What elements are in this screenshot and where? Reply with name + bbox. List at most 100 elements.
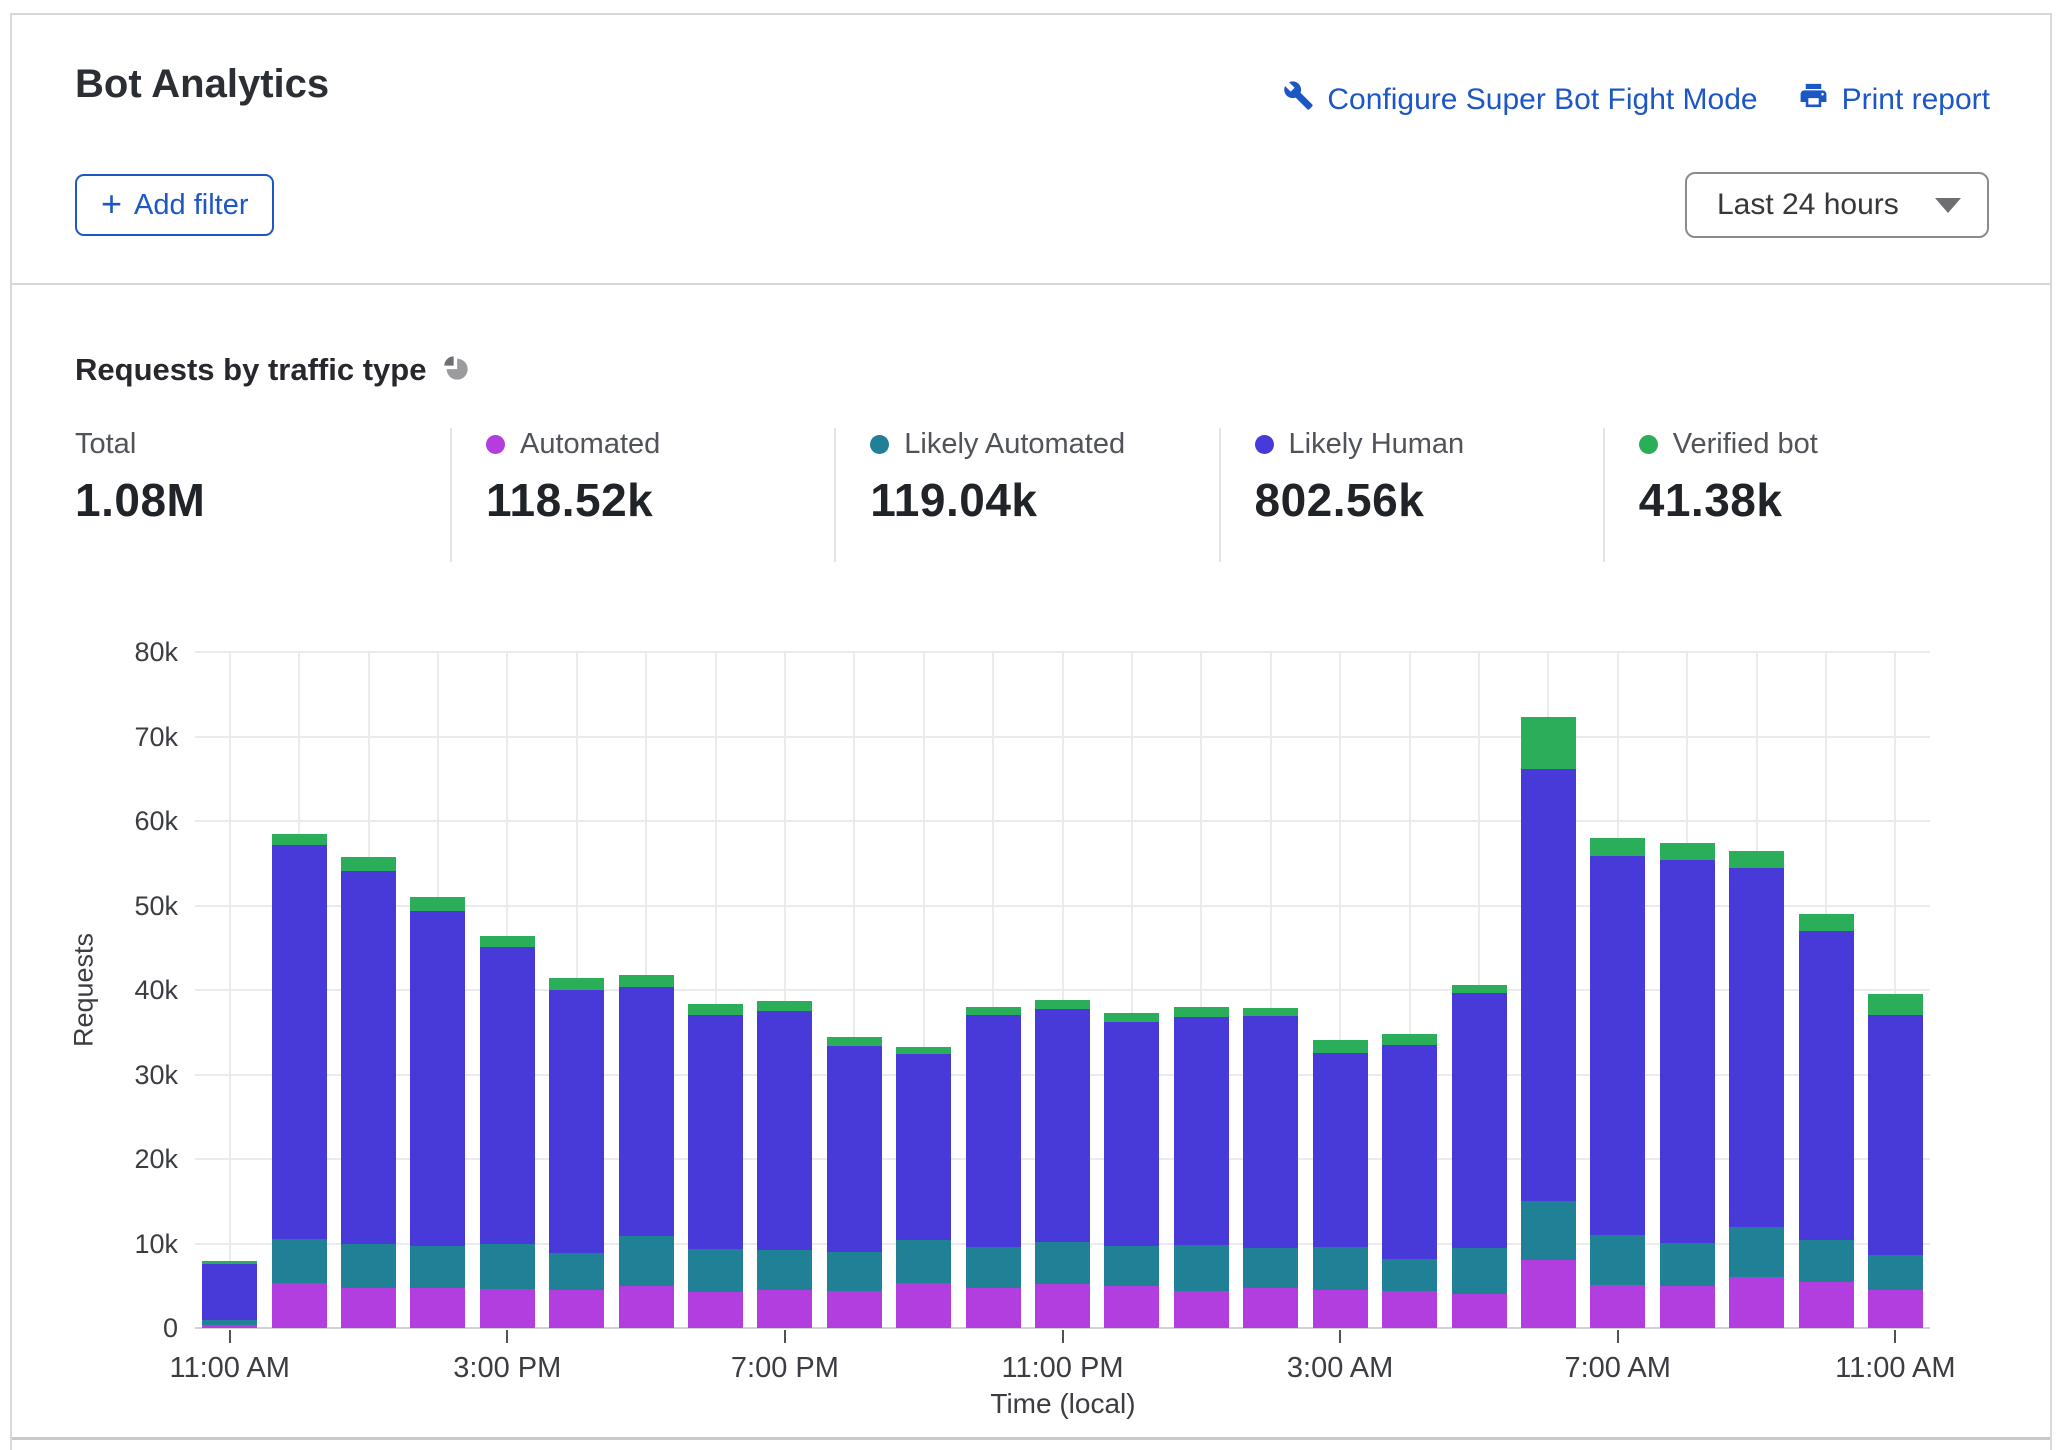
- bar-segment-verified-bot: [688, 1004, 743, 1015]
- bar-segment-likely-human: [1382, 1045, 1437, 1259]
- y-axis-tick-label: 50k: [0, 890, 178, 922]
- printer-icon: [1798, 80, 1829, 119]
- bar-segment-verified-bot: [896, 1047, 951, 1055]
- bar-segment-likely-automated: [410, 1246, 465, 1288]
- stacked-bar: [1104, 1013, 1159, 1328]
- plus-icon: +: [101, 186, 122, 222]
- bar-segment-likely-human: [1729, 868, 1784, 1227]
- bar-segment-likely-automated: [1868, 1255, 1923, 1290]
- bar-segment-verified-bot: [1243, 1008, 1298, 1016]
- bar-segment-automated: [1035, 1284, 1090, 1328]
- bar-segment-verified-bot: [1035, 1000, 1090, 1008]
- bar-segment-likely-automated: [1452, 1248, 1507, 1294]
- bar-segment-automated: [480, 1289, 535, 1328]
- bar-slot: [1722, 652, 1791, 1328]
- x-axis-tick: [1617, 1330, 1619, 1343]
- bar-segment-likely-human: [1174, 1017, 1229, 1245]
- stacked-bar: [549, 978, 604, 1328]
- bar-segment-likely-automated: [1174, 1245, 1229, 1291]
- bar-segment-likely-automated: [1590, 1235, 1645, 1285]
- bar-segment-verified-bot: [1382, 1034, 1437, 1045]
- bar-segment-verified-bot: [549, 978, 604, 990]
- add-filter-button[interactable]: + Add filter: [75, 174, 274, 236]
- bar-slot: [473, 652, 542, 1328]
- y-axis-tick-label: 60k: [0, 805, 178, 837]
- gridline-y-60k: [195, 820, 1930, 822]
- x-axis-tick-label: 7:00 AM: [1564, 1352, 1670, 1385]
- stacked-bar: [966, 1007, 1021, 1328]
- bar-segment-automated: [1660, 1286, 1715, 1328]
- stacked-bar: [1452, 985, 1507, 1328]
- bar-segment-verified-bot: [1313, 1040, 1368, 1054]
- bar-segment-likely-human: [549, 990, 604, 1253]
- stacked-bar: [757, 1001, 812, 1328]
- bar-segment-likely-automated: [1035, 1242, 1090, 1284]
- bar-slot: [334, 652, 403, 1328]
- x-axis-tick: [506, 1330, 508, 1343]
- chevron-down-icon: [1935, 198, 1961, 213]
- bar-segment-likely-automated: [1729, 1227, 1784, 1278]
- stacked-bar: [896, 1047, 951, 1328]
- stacked-bar: [1243, 1008, 1298, 1328]
- bar-slot: [1583, 652, 1652, 1328]
- wrench-icon: [1283, 80, 1314, 119]
- bar-slot: [1653, 652, 1722, 1328]
- stat-total-value: 1.08M: [75, 473, 450, 527]
- stat-total-label: Total: [75, 428, 136, 461]
- x-axis-tick: [1339, 1330, 1341, 1343]
- bar-segment-automated: [966, 1288, 1021, 1328]
- automated-legend-dot: [486, 435, 505, 454]
- stacked-bar: [1382, 1034, 1437, 1328]
- bar-segment-verified-bot: [410, 897, 465, 911]
- bar-segment-likely-automated: [966, 1247, 1021, 1288]
- bar-segment-likely-automated: [1243, 1248, 1298, 1289]
- bar-segment-likely-human: [480, 947, 535, 1244]
- stat-automated: Automated 118.52k: [450, 428, 834, 562]
- bar-segment-verified-bot: [1452, 985, 1507, 993]
- x-axis-tick-label: 11:00 AM: [169, 1352, 289, 1385]
- bar-segment-likely-human: [1452, 993, 1507, 1248]
- bar-segment-likely-automated: [896, 1240, 951, 1283]
- bar-segment-automated: [341, 1288, 396, 1328]
- bar-slot: [542, 652, 611, 1328]
- bar-segment-verified-bot: [1174, 1007, 1229, 1017]
- bar-segment-automated: [1590, 1285, 1645, 1328]
- bar-segment-verified-bot: [1660, 843, 1715, 860]
- bar-segment-automated: [1868, 1290, 1923, 1328]
- bar-segment-automated: [410, 1288, 465, 1328]
- bar-segment-likely-automated: [341, 1244, 396, 1288]
- print-report-link[interactable]: Print report: [1798, 80, 1990, 119]
- gridline-y-70k: [195, 736, 1930, 738]
- stacked-bar: [1035, 1000, 1090, 1328]
- bar-segment-likely-automated: [549, 1253, 604, 1290]
- stat-automated-label: Automated: [520, 428, 660, 461]
- bar-segment-verified-bot: [480, 936, 535, 947]
- header-actions: Configure Super Bot Fight Mode Print rep…: [1283, 80, 1990, 119]
- stacked-bar: [1660, 843, 1715, 1328]
- bar-segment-likely-human: [410, 911, 465, 1246]
- stacked-bar: [272, 834, 327, 1328]
- bar-segment-verified-bot: [1590, 838, 1645, 856]
- bar-segment-likely-human: [1590, 856, 1645, 1235]
- time-range-dropdown[interactable]: Last 24 hours: [1685, 172, 1989, 238]
- bar-segment-likely-automated: [688, 1249, 743, 1291]
- stacked-bar: [1313, 1040, 1368, 1328]
- configure-super-bot-fight-mode-link[interactable]: Configure Super Bot Fight Mode: [1283, 80, 1757, 119]
- bar-segment-automated: [1382, 1291, 1437, 1328]
- stacked-bar: [480, 936, 535, 1328]
- x-axis-title: Time (local): [990, 1388, 1135, 1420]
- stacked-bar: [688, 1004, 743, 1328]
- bar-segment-likely-automated: [827, 1252, 882, 1291]
- y-axis-tick-label: 0: [0, 1312, 178, 1344]
- stacked-bar: [341, 857, 396, 1328]
- print-link-label: Print report: [1842, 83, 1990, 117]
- requests-stacked-bar-chart: [195, 652, 1930, 1328]
- bar-segment-automated: [1521, 1260, 1576, 1328]
- stats-row: Total 1.08M Automated 118.52k Likely Aut…: [75, 428, 1987, 562]
- bar-segment-likely-human: [1799, 931, 1854, 1240]
- bar-segment-likely-automated: [1104, 1246, 1159, 1286]
- bar-segment-likely-human: [1104, 1022, 1159, 1246]
- configure-link-label: Configure Super Bot Fight Mode: [1327, 83, 1757, 117]
- y-axis-tick-label: 80k: [0, 636, 178, 668]
- x-axis-tick-label: 11:00 AM: [1835, 1352, 1955, 1385]
